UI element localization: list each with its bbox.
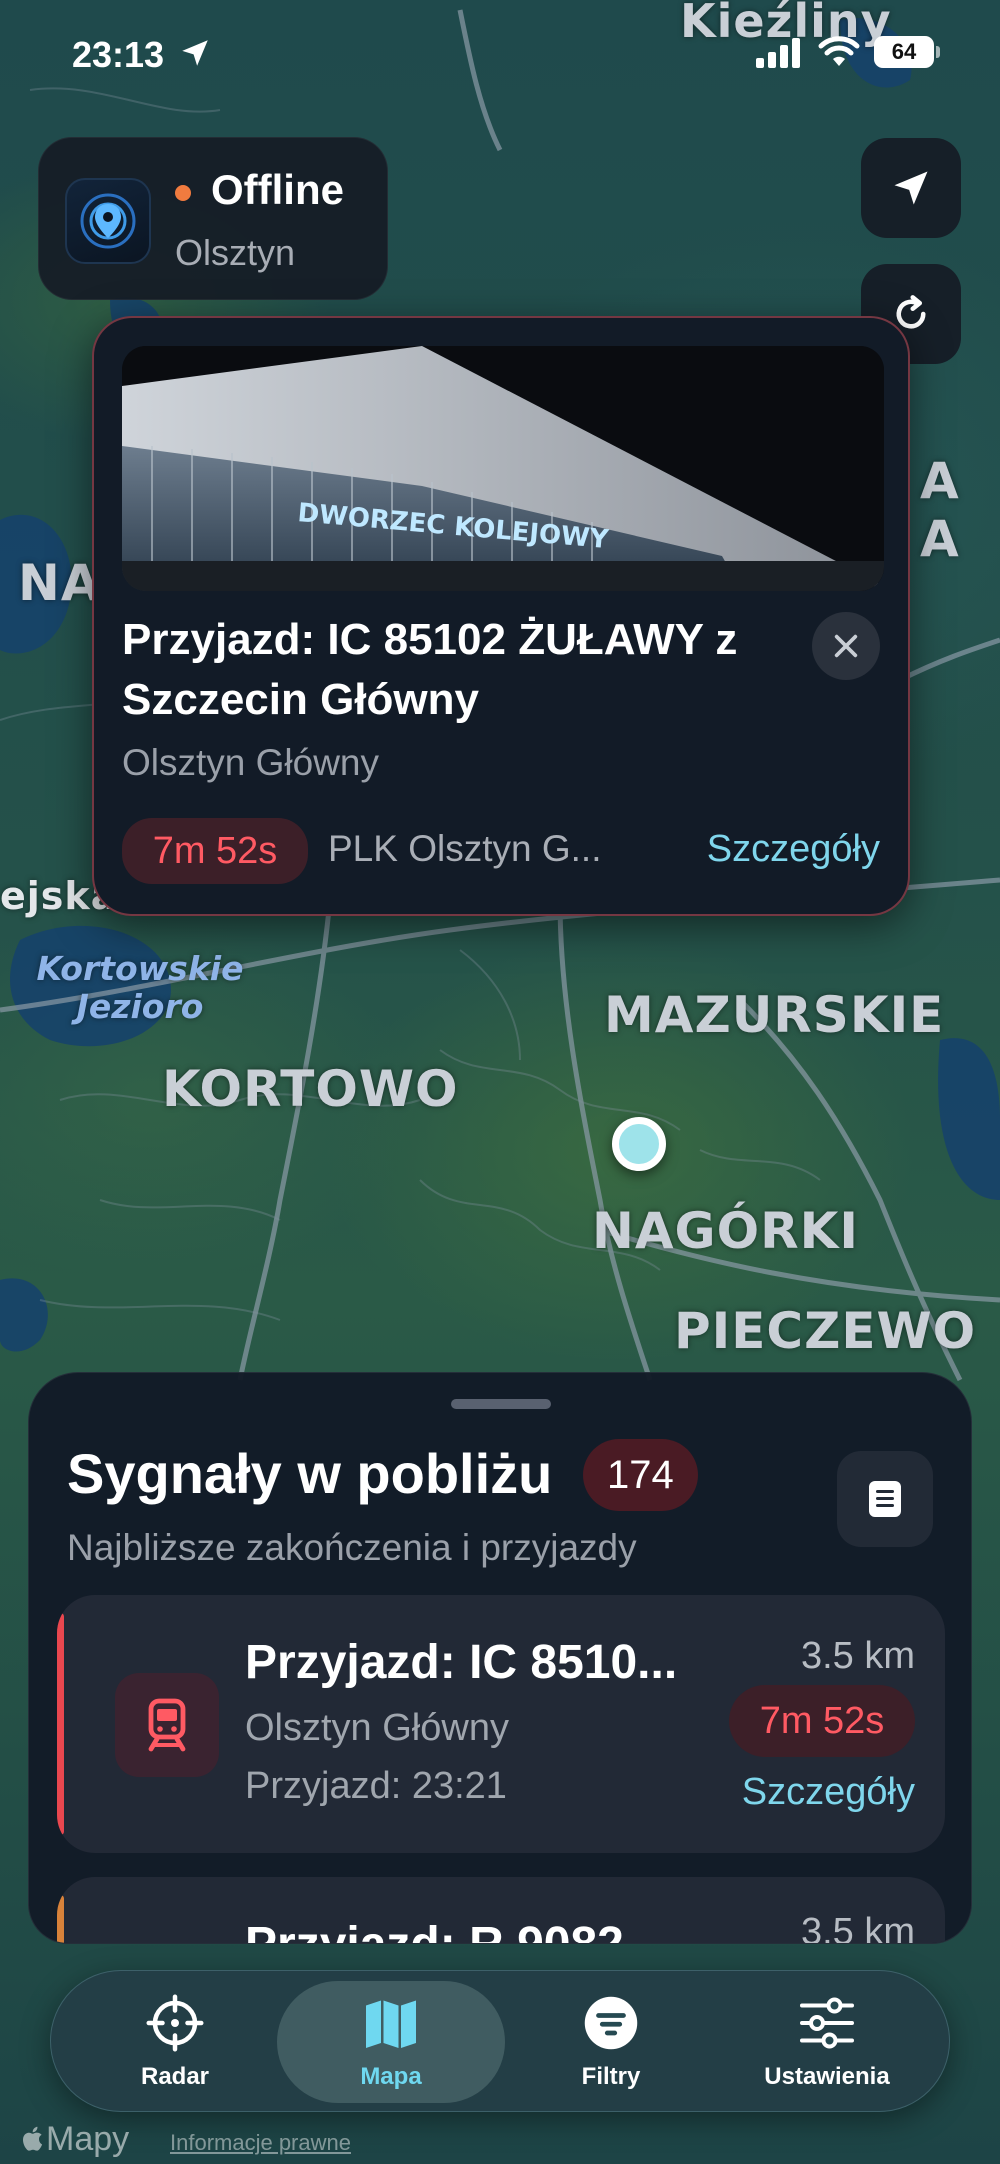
popup-title: Przyjazd: IC 85102 ŻUŁAWY z Szczecin Głó… <box>122 615 738 724</box>
map-attribution: Mapy Informacje prawne <box>0 2112 1000 2164</box>
legal-info-link[interactable]: Informacje prawne <box>170 2130 351 2156</box>
map-icon <box>366 2000 416 2048</box>
popup-countdown-badge: 7m 52s <box>122 818 308 884</box>
cellular-signal-icon <box>756 38 800 68</box>
sheet-grabber[interactable] <box>451 1399 551 1409</box>
connection-status-chip[interactable]: Offline Olsztyn <box>38 137 388 300</box>
location-arrow-icon <box>182 40 208 66</box>
map-label-kortowo: KORTOWO <box>162 1060 459 1118</box>
nearby-signals-sheet[interactable]: Sygnały w pobliżu 174 Najbliższe zakończ… <box>28 1372 972 1944</box>
wifi-icon <box>818 36 860 66</box>
tab-radar[interactable]: Radar <box>61 1981 289 2103</box>
close-icon <box>834 634 858 658</box>
tab-label-radar: Radar <box>140 2063 210 2090</box>
user-location-marker <box>612 1117 666 1171</box>
signal-countdown-badge: 7m 52s <box>729 1685 915 1757</box>
station-photo: DWORZEC KOLEJOWY <box>122 346 884 591</box>
maps-brand: Mapy <box>22 2120 129 2159</box>
tab-ustawienia[interactable]: Ustawienia <box>713 1981 941 2103</box>
tab-filtry[interactable]: Filtry <box>497 1981 725 2103</box>
map-label-a-upper: A <box>920 452 960 510</box>
battery-indicator: 64 <box>874 36 940 68</box>
popup-close-button[interactable] <box>812 612 880 680</box>
map-label-lake: Kortowskie Jezioro <box>36 949 244 1026</box>
signal-title: Przyjazd: IC 8510... <box>245 1636 678 1689</box>
map-label-mazurskie: MAZURSKIE <box>604 986 945 1044</box>
list-icon <box>869 1481 901 1517</box>
map-label-nagorki: NAGÓRKI <box>592 1202 859 1260</box>
popup-station-name: Olsztyn Główny <box>122 742 380 783</box>
signal-accent-bar <box>57 1613 64 1835</box>
signal-title: Przyjazd: R 9082 <box>245 1917 624 1943</box>
signal-accent-bar <box>57 1895 64 1943</box>
sheet-subtitle: Najbliższe zakończenia i przyjazdy <box>67 1527 637 1568</box>
status-time: 23:13 <box>72 34 212 76</box>
tab-label-mapa: Mapa <box>360 2063 422 2090</box>
filter-icon <box>584 1996 638 2050</box>
apple-logo-icon <box>23 2126 43 2151</box>
signal-distance: 3.5 km <box>800 1911 915 1944</box>
signal-list-item[interactable]: Przyjazd: IC 8510... Olsztyn Główny Przy… <box>57 1595 945 1853</box>
tab-bar: Radar Mapa Filtry Ustawienia <box>50 1970 950 2112</box>
crosshair-icon <box>146 1994 204 2052</box>
map-label-a-lower: A <box>920 510 960 568</box>
sliders-icon <box>800 1997 854 2049</box>
popup-operator: PLK Olsztyn G... <box>328 828 602 869</box>
map-label-na: NA <box>18 554 101 612</box>
tab-label-filtry: Filtry <box>581 2063 641 2090</box>
sheet-title: Sygnały w pobliżu <box>67 1442 553 1505</box>
location-arrow-icon <box>894 171 928 205</box>
tab-label-ustawienia: Ustawienia <box>764 2063 890 2090</box>
popup-details-link[interactable]: Szczegóły <box>707 828 880 871</box>
current-city-label: Olsztyn <box>175 232 296 273</box>
offline-status-dot <box>175 185 191 201</box>
signal-list-item[interactable]: Przyjazd: R 9082 3.5 km <box>57 1877 945 1944</box>
app-logo-icon <box>65 178 151 264</box>
map-label-pieczewo: PIECZEWO <box>674 1302 977 1360</box>
station-popup-card[interactable]: DWORZEC KOLEJOWY Przyjazd: IC 85102 ŻUŁA… <box>92 316 910 916</box>
list-view-button[interactable] <box>837 1451 933 1547</box>
signal-arrival-time: Przyjazd: 23:21 <box>245 1765 507 1807</box>
signal-station: Olsztyn Główny <box>245 1707 509 1749</box>
signals-count-badge: 174 <box>583 1439 698 1511</box>
tab-mapa[interactable]: Mapa <box>277 1981 505 2103</box>
signal-distance: 3.5 km <box>800 1635 915 1677</box>
train-icon <box>115 1673 219 1777</box>
connection-status-label: Offline <box>211 166 344 213</box>
status-bar: 23:13 64 <box>0 0 1000 110</box>
signal-details-link[interactable]: Szczegóły <box>742 1771 915 1814</box>
locate-me-button[interactable] <box>861 138 961 238</box>
status-icons: 64 <box>756 36 940 68</box>
